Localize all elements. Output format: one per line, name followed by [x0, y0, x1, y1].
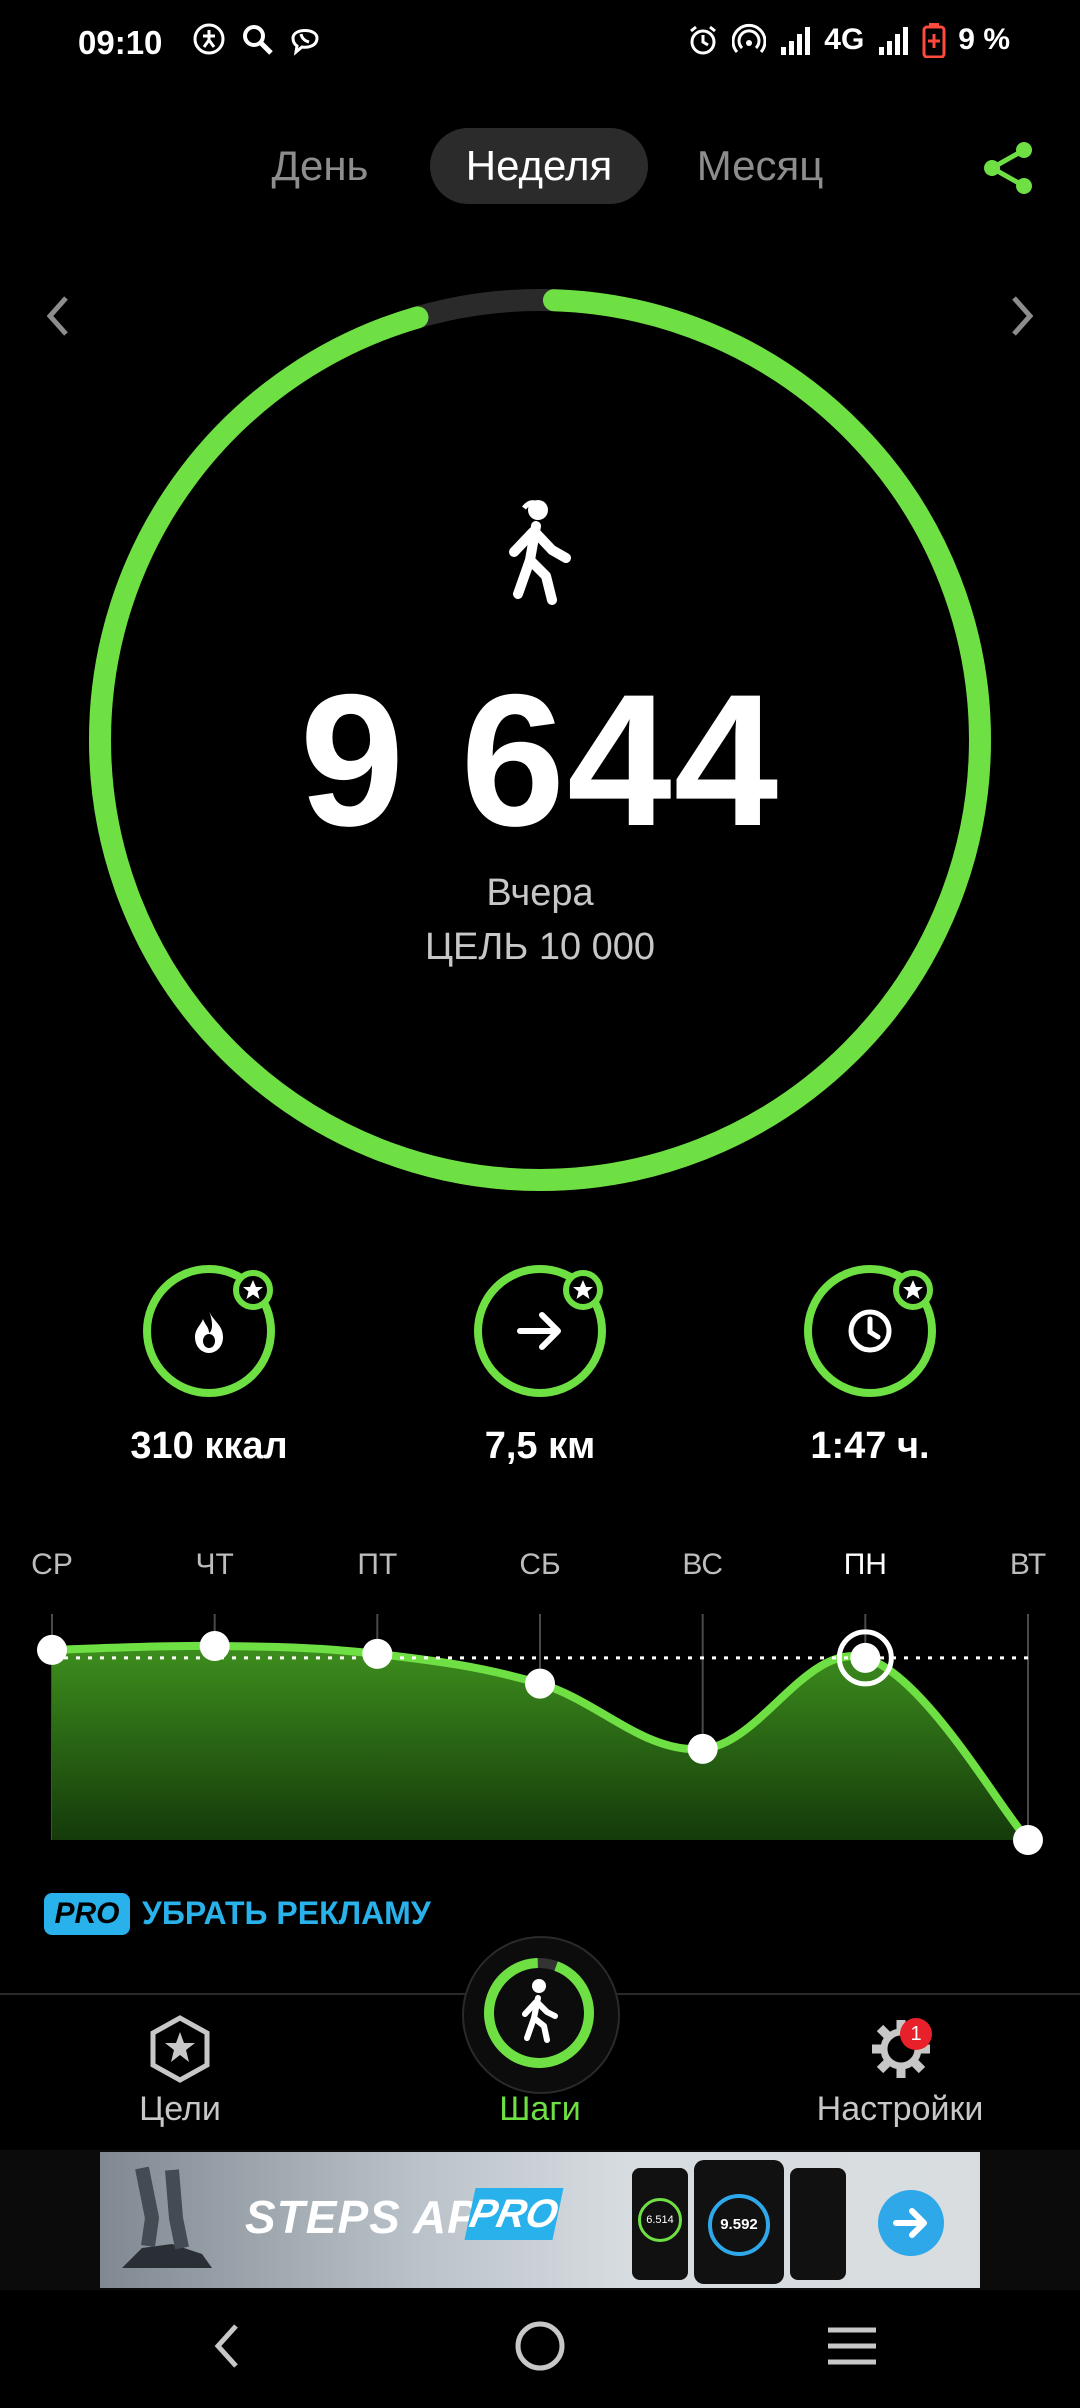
- chart-point-СР[interactable]: [37, 1634, 67, 1665]
- recents-icon[interactable]: [824, 2322, 880, 2370]
- tab-day[interactable]: День: [250, 128, 390, 204]
- nav-steps[interactable]: Шаги: [420, 2090, 660, 2129]
- weekly-steps-chart[interactable]: [0, 1600, 1080, 1860]
- duration-star-icon: [893, 1270, 933, 1310]
- ad-phone-center: 9.592: [694, 2160, 784, 2284]
- nav-goals[interactable]: Цели: [60, 2090, 300, 2129]
- star-icon[interactable]: [146, 2015, 214, 2083]
- network-type: 4G: [824, 23, 865, 56]
- tab-month[interactable]: Месяц: [680, 128, 840, 204]
- alarm-icon: [690, 25, 717, 55]
- ad-phone-left: 6.514: [632, 2168, 688, 2280]
- ad-phone-right: [790, 2168, 846, 2280]
- share-icon[interactable]: [980, 138, 1036, 198]
- day-label-6[interactable]: ВТ: [988, 1548, 1068, 1582]
- viber-icon: [291, 29, 319, 56]
- steps-day-label: Вчера: [486, 872, 594, 914]
- activity-icon: [193, 23, 225, 55]
- hotspot-icon: [732, 23, 767, 53]
- period-tabs: День Неделя Месяц: [0, 128, 1080, 208]
- day-label-4[interactable]: ВС: [663, 1548, 743, 1582]
- signal-2-icon: [879, 27, 909, 55]
- status-time: 09:10: [78, 24, 163, 61]
- distance-value: 7,5 км: [484, 1425, 596, 1467]
- pro-badge[interactable]: PRO: [44, 1893, 130, 1935]
- day-label-0[interactable]: СР: [12, 1548, 92, 1582]
- search-icon: [243, 25, 273, 55]
- walk-icon: [522, 1979, 558, 2043]
- walk-icon: [509, 500, 571, 605]
- tab-week[interactable]: Неделя: [430, 128, 648, 204]
- day-label-5[interactable]: ПН: [825, 1548, 905, 1582]
- signal-icon: [781, 27, 811, 55]
- prev-period-arrow-icon[interactable]: [32, 286, 82, 346]
- settings-notification-badge: 1: [900, 2018, 932, 2050]
- chart-point-ЧТ[interactable]: [199, 1630, 230, 1661]
- chart-point-ПН[interactable]: [850, 1642, 881, 1673]
- chart-point-ВС[interactable]: [687, 1733, 718, 1764]
- ad-brand-pro: PRO: [464, 2188, 564, 2240]
- arrow-right-icon: [893, 2208, 927, 2238]
- calories-star-icon: [233, 1270, 273, 1310]
- duration-value: 1:47 ч.: [810, 1425, 930, 1467]
- distance-star-icon: [563, 1270, 603, 1310]
- battery-low-icon: [922, 23, 946, 58]
- steps-goal: ЦЕЛЬ 10 000: [424, 926, 656, 968]
- day-label-1[interactable]: ЧТ: [175, 1548, 255, 1582]
- ad-go-button[interactable]: [878, 2190, 944, 2256]
- ad-phone-reading-1: 6.514: [638, 2198, 682, 2242]
- clock-icon: [848, 1309, 892, 1353]
- chart-point-ВТ[interactable]: [1013, 1825, 1043, 1855]
- remove-ads-link[interactable]: УБРАТЬ РЕКЛАМУ: [142, 1895, 431, 1932]
- status-bar: 09:10 4G 9 %: [0, 0, 1080, 90]
- battery-percent: 9 %: [958, 23, 1010, 56]
- arrow-right-icon: [517, 1312, 561, 1350]
- chart-point-СБ[interactable]: [525, 1668, 555, 1699]
- home-icon[interactable]: [512, 2318, 568, 2374]
- nav-settings[interactable]: Настройки: [780, 2090, 1020, 2129]
- flame-icon: [195, 1311, 223, 1353]
- chart-point-ПТ[interactable]: [362, 1638, 393, 1669]
- ad-phone-reading-2: 9.592: [708, 2194, 770, 2256]
- next-period-arrow-icon[interactable]: [998, 286, 1048, 346]
- day-label-3[interactable]: СБ: [500, 1548, 580, 1582]
- status-left-icons: [192, 22, 322, 56]
- back-icon[interactable]: [206, 2316, 246, 2376]
- status-right-icons: 4G 9 %: [686, 22, 1010, 58]
- running-shoe-icon: [122, 2166, 212, 2268]
- system-nav-bar: [0, 2290, 1080, 2408]
- calories-value: 310 ккал: [130, 1425, 288, 1467]
- steps-count: 9 644: [299, 655, 781, 865]
- day-label-2[interactable]: ПТ: [337, 1548, 417, 1582]
